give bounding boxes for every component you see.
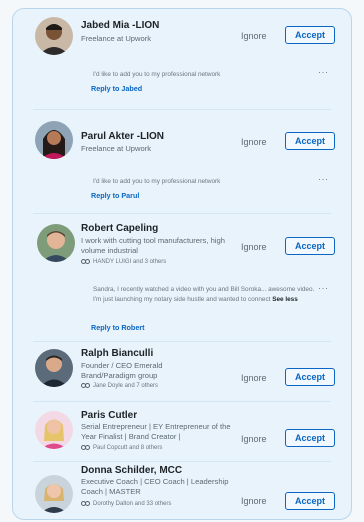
mutual-connections-icon: [81, 259, 90, 265]
more-options-icon[interactable]: ···: [318, 283, 329, 293]
avatar[interactable]: [35, 475, 73, 513]
ignore-button[interactable]: Ignore: [241, 373, 267, 383]
see-less-link[interactable]: See less: [272, 296, 298, 303]
mutual-connections-text: Jane Doyle and 7 others: [93, 383, 159, 389]
invitation-message: I'd like to add you to my professional n…: [93, 71, 221, 78]
more-options-icon[interactable]: ···: [318, 67, 329, 77]
invitee-headline: Executive Coach | CEO Coach | Leadership…: [81, 477, 229, 496]
reply-link[interactable]: Reply to Parul: [91, 191, 139, 200]
ignore-button[interactable]: Ignore: [241, 31, 267, 41]
invitation-card: Robert Capeling I work with cutting tool…: [13, 215, 351, 339]
invitee-headline: I work with cutting tool manufacturers, …: [81, 236, 225, 255]
ignore-button[interactable]: Ignore: [241, 434, 267, 444]
mutual-connections: Dorothy Dalton and 33 others: [81, 501, 171, 507]
avatar[interactable]: [35, 121, 73, 159]
mutual-connections-icon: [81, 501, 90, 507]
accept-button[interactable]: Accept: [285, 237, 335, 255]
invitation-card: Paris Cutler Serial Entrepreneur | EY En…: [13, 403, 351, 459]
invitation-card: Ralph Bianculli Founder / CEO Emerald Br…: [13, 343, 351, 399]
invitee-headline: Founder / CEO Emerald Brand/Paradigm gro…: [81, 361, 163, 380]
invitee-headline: Serial Entrepreneur | EY Entrepreneur of…: [81, 422, 231, 441]
invitations-panel: Jabed Mia -LION Freelance at Upwork Igno…: [12, 8, 352, 520]
invitation-message: I'd like to add you to my professional n…: [93, 178, 221, 185]
divider: [33, 341, 331, 342]
divider: [33, 461, 331, 462]
mutual-connections: HANDY LUIGI and 3 others: [81, 259, 166, 265]
accept-button[interactable]: Accept: [285, 26, 335, 44]
avatar[interactable]: [37, 224, 75, 262]
mutual-connections-icon: [81, 445, 90, 451]
invitation-card: Jabed Mia -LION Freelance at Upwork Igno…: [13, 9, 351, 107]
invitee-headline: Freelance at Upwork: [81, 34, 152, 43]
reply-link[interactable]: Reply to Jabed: [91, 84, 142, 93]
mutual-connections: Paul Copcutt and 8 others: [81, 445, 162, 451]
mutual-connections: Jane Doyle and 7 others: [81, 383, 158, 389]
invitation-message: Sandra, I recently watched a video with …: [93, 285, 318, 305]
avatar[interactable]: [35, 411, 73, 449]
invitee-name[interactable]: Paris Cutler: [81, 410, 137, 421]
invitee-name[interactable]: Parul Akter -LION: [81, 131, 164, 142]
mutual-connections-icon: [81, 383, 90, 389]
mutual-connections-text: HANDY LUIGI and 3 others: [93, 259, 167, 265]
invitee-name[interactable]: Jabed Mia -LION: [81, 20, 159, 31]
invitee-name[interactable]: Robert Capeling: [81, 223, 158, 234]
invitee-name[interactable]: Ralph Bianculli: [81, 348, 153, 359]
accept-button[interactable]: Accept: [285, 368, 335, 386]
avatar[interactable]: [35, 349, 73, 387]
ignore-button[interactable]: Ignore: [241, 496, 267, 506]
divider: [33, 213, 331, 214]
ignore-button[interactable]: Ignore: [241, 137, 267, 147]
accept-button[interactable]: Accept: [285, 492, 335, 510]
mutual-connections-text: Paul Copcutt and 8 others: [93, 445, 163, 451]
accept-button[interactable]: Accept: [285, 429, 335, 447]
avatar[interactable]: [35, 17, 73, 55]
accept-button[interactable]: Accept: [285, 132, 335, 150]
more-options-icon[interactable]: ···: [318, 174, 329, 184]
invitation-card: Donna Schilder, MCC Executive Coach | CE…: [13, 463, 351, 519]
invitee-name[interactable]: Donna Schilder, MCC: [81, 465, 182, 476]
divider: [33, 109, 331, 110]
divider: [33, 401, 331, 402]
ignore-button[interactable]: Ignore: [241, 242, 267, 252]
invitee-headline: Freelance at Upwork: [81, 144, 152, 153]
invitation-card: Parul Akter -LION Freelance at Upwork Ig…: [13, 111, 351, 211]
mutual-connections-text: Dorothy Dalton and 33 others: [93, 501, 172, 507]
reply-link[interactable]: Reply to Robert: [91, 323, 145, 332]
